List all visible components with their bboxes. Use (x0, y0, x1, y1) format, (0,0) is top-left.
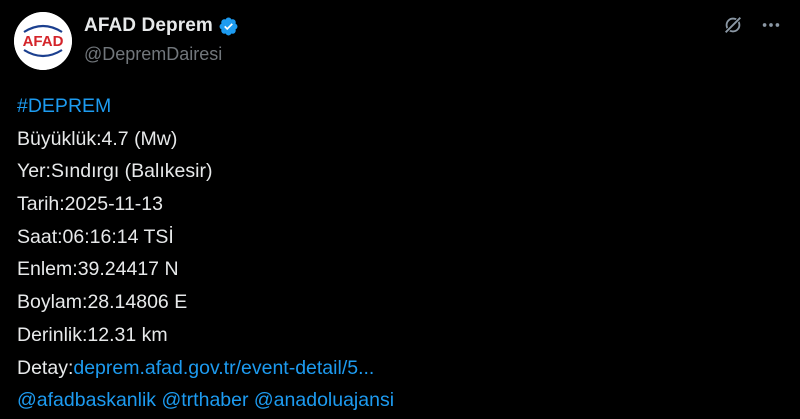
avatar[interactable]: AFAD (14, 12, 72, 70)
grok-icon[interactable] (722, 14, 744, 36)
display-name-row: AFAD Deprem (84, 14, 239, 38)
verified-badge-icon[interactable] (218, 16, 239, 37)
mentions-line: @afadbaskanlik @trthaber @anadoluajansi (17, 384, 394, 417)
mention-link[interactable]: @afadbaskanlik (17, 389, 156, 411)
post-header: AFAD AFAD Deprem @DepremDairesi (14, 12, 786, 72)
detail-link[interactable]: deprem.afad.gov.tr/event-detail/5... (73, 357, 374, 379)
detail-label: Detay: (17, 356, 74, 379)
hashtag-link[interactable]: #DEPREM (17, 90, 394, 123)
more-options-icon[interactable] (760, 14, 782, 36)
depth-line: Derinlik:12.31 km (17, 323, 168, 346)
date-line: Tarih:2025-11-13 (17, 193, 163, 216)
latitude-line: Enlem:39.24417 N (17, 258, 179, 281)
location-line: Yer:Sındırgı (Balıkesir) (17, 160, 213, 183)
display-name[interactable]: AFAD Deprem (84, 15, 213, 37)
longitude-line: Boylam:28.14806 E (17, 291, 188, 314)
mention-link[interactable]: @anadoluajansi (254, 389, 394, 411)
time-line: Saat:06:16:14 TSİ (17, 225, 174, 248)
svg-text:AFAD: AFAD (23, 33, 64, 50)
detail-line: Detay:deprem.afad.gov.tr/event-detail/5.… (17, 352, 394, 385)
post-actions (722, 14, 782, 36)
author-names: AFAD Deprem @DepremDairesi (84, 14, 239, 65)
post-body: #DEPREM Büyüklük:4.7 (Mw) Yer:Sındırgı (… (17, 90, 394, 417)
afad-logo: AFAD (14, 12, 72, 70)
mention-link[interactable]: @trthaber (161, 389, 248, 411)
author-handle[interactable]: @DepremDairesi (84, 44, 239, 65)
magnitude-line: Büyüklük:4.7 (Mw) (17, 127, 178, 150)
